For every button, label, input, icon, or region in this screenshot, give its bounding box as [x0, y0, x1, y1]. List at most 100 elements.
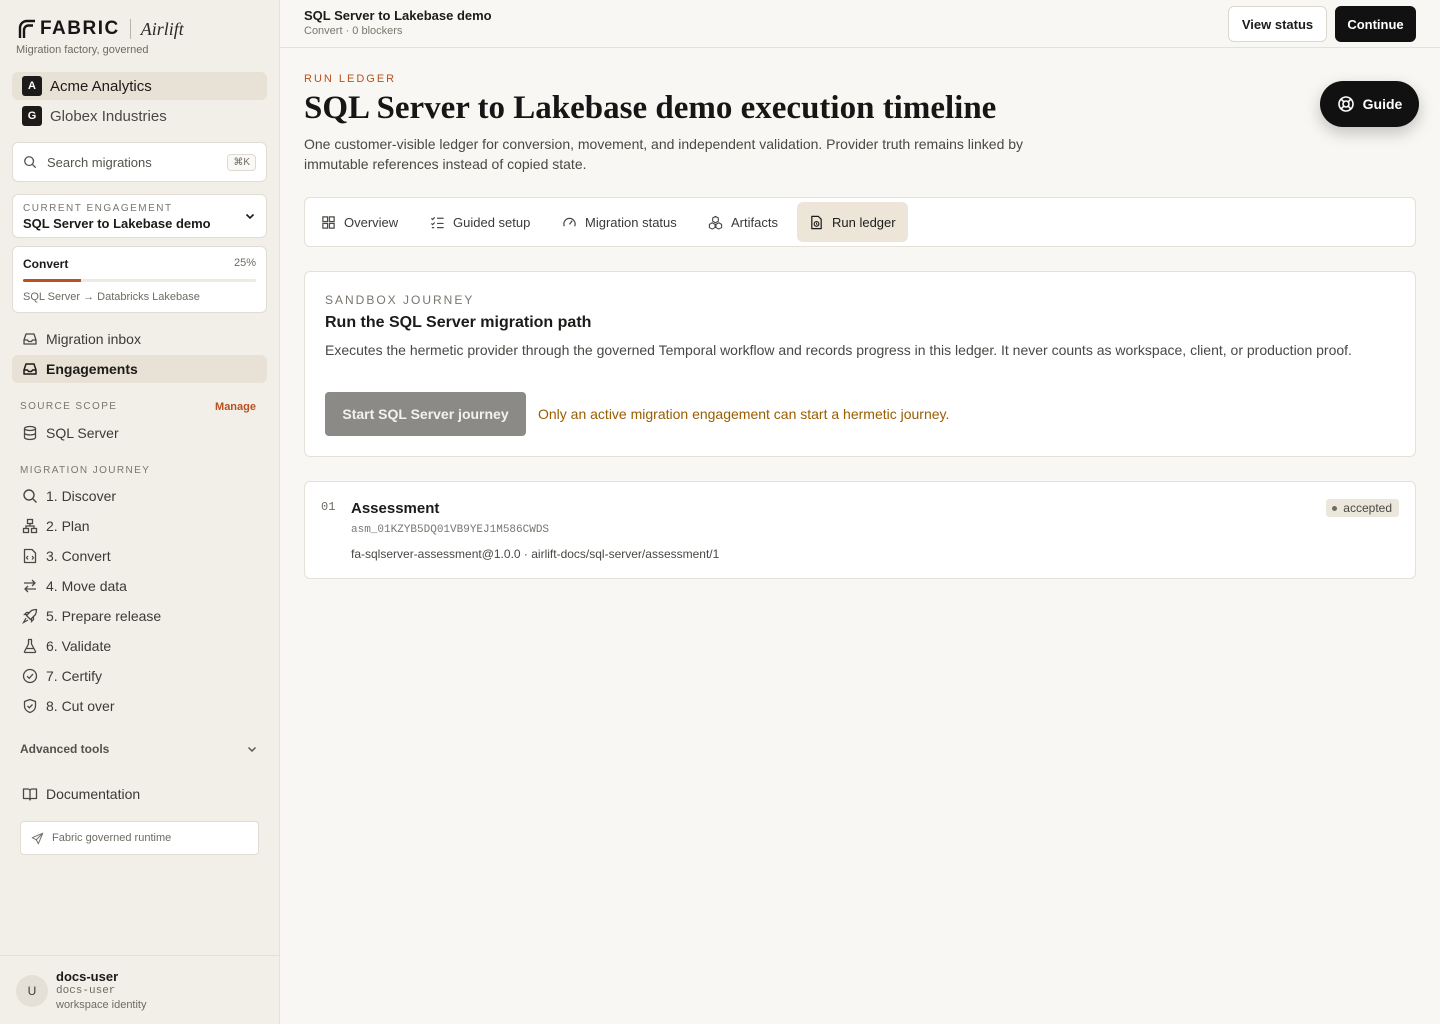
continue-button[interactable]: Continue [1335, 6, 1416, 42]
org-badge: G [22, 106, 42, 126]
fabric-logo-icon [18, 19, 35, 38]
start-journey-button[interactable]: Start SQL Server journey [325, 392, 526, 436]
rocket-icon [22, 608, 38, 624]
flask-icon [23, 638, 37, 654]
ledger-entry[interactable]: 01 Assessment asm_01KZYB5DQ01VB9YEJ1M586… [304, 481, 1416, 579]
nav-plan[interactable]: 2. Plan [12, 512, 267, 540]
org-badge: A [22, 76, 42, 96]
runtime-label: Fabric governed runtime [52, 832, 172, 844]
check-circle-icon [22, 668, 38, 684]
stage-progress-card[interactable]: Convert 25% SQL Server → Databricks Lake… [12, 246, 267, 313]
stage-name: Convert [23, 257, 69, 271]
inbox-icon [23, 333, 37, 345]
nav-prepare-release[interactable]: 5. Prepare release [12, 602, 267, 630]
tab-label: Artifacts [731, 214, 778, 230]
user-name: docs-user [56, 969, 119, 984]
nav-label: 4. Move data [46, 578, 127, 594]
view-status-button[interactable]: View status [1228, 6, 1327, 42]
gauge-icon [563, 217, 576, 226]
brand-logo[interactable]: FABRIC Airlift [18, 18, 184, 40]
sandbox-title: Run the SQL Server migration path [325, 314, 592, 331]
code-file-icon [23, 548, 37, 564]
nav-move-data[interactable]: 4. Move data [12, 572, 267, 600]
ledger-icon [811, 215, 822, 229]
nav-label: Migration inbox [46, 331, 141, 347]
migration-journey-heading: MIGRATION JOURNEY [20, 465, 256, 476]
runtime-badge: Fabric governed runtime [20, 821, 259, 855]
nav-documentation[interactable]: Documentation [12, 780, 267, 808]
tab-label: Guided setup [453, 214, 531, 230]
briefcase-inbox-icon [23, 363, 37, 375]
section-title: MIGRATION JOURNEY [20, 465, 151, 476]
guide-button[interactable]: Guide [1320, 81, 1419, 127]
nav-certify[interactable]: 7. Certify [12, 662, 267, 690]
lifebuoy-icon [1337, 96, 1354, 112]
brand-product: Airlift [140, 18, 184, 39]
section-title: SOURCE SCOPE [20, 401, 118, 412]
tab-guided-setup[interactable]: Guided setup [418, 202, 542, 242]
chevron-down-icon [245, 213, 255, 220]
org-name: Globex Industries [50, 107, 167, 125]
nav-convert[interactable]: 3. Convert [12, 542, 267, 570]
nav-migration-inbox[interactable]: Migration inbox [12, 325, 267, 353]
sandbox-description: Executes the hermetic provider through t… [325, 342, 1352, 358]
boxes-icon [708, 215, 723, 230]
advanced-tools-toggle[interactable]: Advanced tools [20, 742, 258, 756]
plane-icon [31, 832, 44, 844]
engagement-selector[interactable]: CURRENT ENGAGEMENT SQL Server to Lakebas… [12, 194, 267, 238]
progress-track [23, 279, 256, 282]
nav-label: 2. Plan [46, 518, 90, 534]
engagement-value: SQL Server to Lakebase demo [23, 216, 211, 231]
top-bar: SQL Server to Lakebase demo Convert · 0 … [280, 0, 1440, 48]
nav-label: 1. Discover [46, 488, 117, 504]
ledger-step-number: 01 [321, 500, 336, 514]
page-title: SQL Server to Lakebase demo execution ti… [304, 90, 997, 126]
shield-check-icon [23, 698, 37, 714]
nav-cut-over[interactable]: 8. Cut over [12, 692, 267, 720]
ledger-step-id: asm_01KZYB5DQ01VB9YEJ1M586CWDS [351, 524, 550, 536]
search-shortcut: ⌘K [227, 153, 256, 171]
brand-tagline: Migration factory, governed [16, 44, 149, 56]
manage-link[interactable]: Manage [215, 401, 256, 413]
grid-icon [322, 215, 335, 229]
chevron-down-icon [248, 747, 256, 752]
topbar-subtitle: Convert · 0 blockers [304, 25, 403, 37]
user-handle: docs-user [56, 985, 116, 997]
nav-sql-server[interactable]: SQL Server [12, 419, 267, 447]
avatar: U [16, 975, 48, 1007]
advanced-tools-label: Advanced tools [20, 742, 110, 756]
nav-label: 8. Cut over [46, 698, 115, 714]
nav-label: SQL Server [46, 425, 119, 441]
org-item-acme[interactable]: A Acme Analytics [12, 72, 267, 100]
sandbox-warning: Only an active migration engagement can … [538, 406, 950, 422]
sidebar: FABRIC Airlift Migration factory, govern… [0, 0, 280, 1024]
brand-name: FABRIC [40, 18, 120, 39]
sandbox-eyebrow: SANDBOX JOURNEY [325, 293, 475, 307]
checklist-icon [430, 216, 444, 228]
ledger-step-title: Assessment [351, 500, 440, 517]
tab-artifacts[interactable]: Artifacts [696, 202, 790, 242]
nav-label: 6. Validate [46, 638, 112, 654]
search-input[interactable]: Search migrations ⌘K [12, 142, 267, 182]
nav-engagements[interactable]: Engagements [12, 355, 267, 383]
status-badge: accepted [1326, 499, 1399, 517]
user-profile[interactable]: U docs-user docs-user workspace identity [0, 955, 279, 1024]
sandbox-journey-card: SANDBOX JOURNEY Run the SQL Server migra… [304, 271, 1416, 457]
migration-route: SQL Server → Databricks Lakebase [23, 291, 200, 303]
tab-overview[interactable]: Overview [309, 202, 410, 242]
stage-percent: 25% [233, 257, 256, 269]
search-icon [23, 489, 37, 503]
nav-label: 5. Prepare release [46, 608, 162, 624]
database-icon [23, 425, 37, 441]
ledger-step-reference: fa-sqlserver-assessment@1.0.0 · airlift-… [351, 547, 720, 561]
topbar-title: SQL Server to Lakebase demo [304, 8, 492, 23]
nav-label: 7. Certify [46, 668, 103, 684]
nav-validate[interactable]: 6. Validate [12, 632, 267, 660]
book-open-icon [22, 788, 38, 801]
page-description: One customer-visible ledger for conversi… [304, 136, 1024, 172]
tab-migration-status[interactable]: Migration status [550, 202, 689, 242]
org-item-globex[interactable]: G Globex Industries [12, 102, 267, 130]
tab-run-ledger[interactable]: Run ledger [797, 202, 908, 242]
nav-discover[interactable]: 1. Discover [12, 482, 267, 510]
nav-label: Engagements [46, 361, 138, 377]
